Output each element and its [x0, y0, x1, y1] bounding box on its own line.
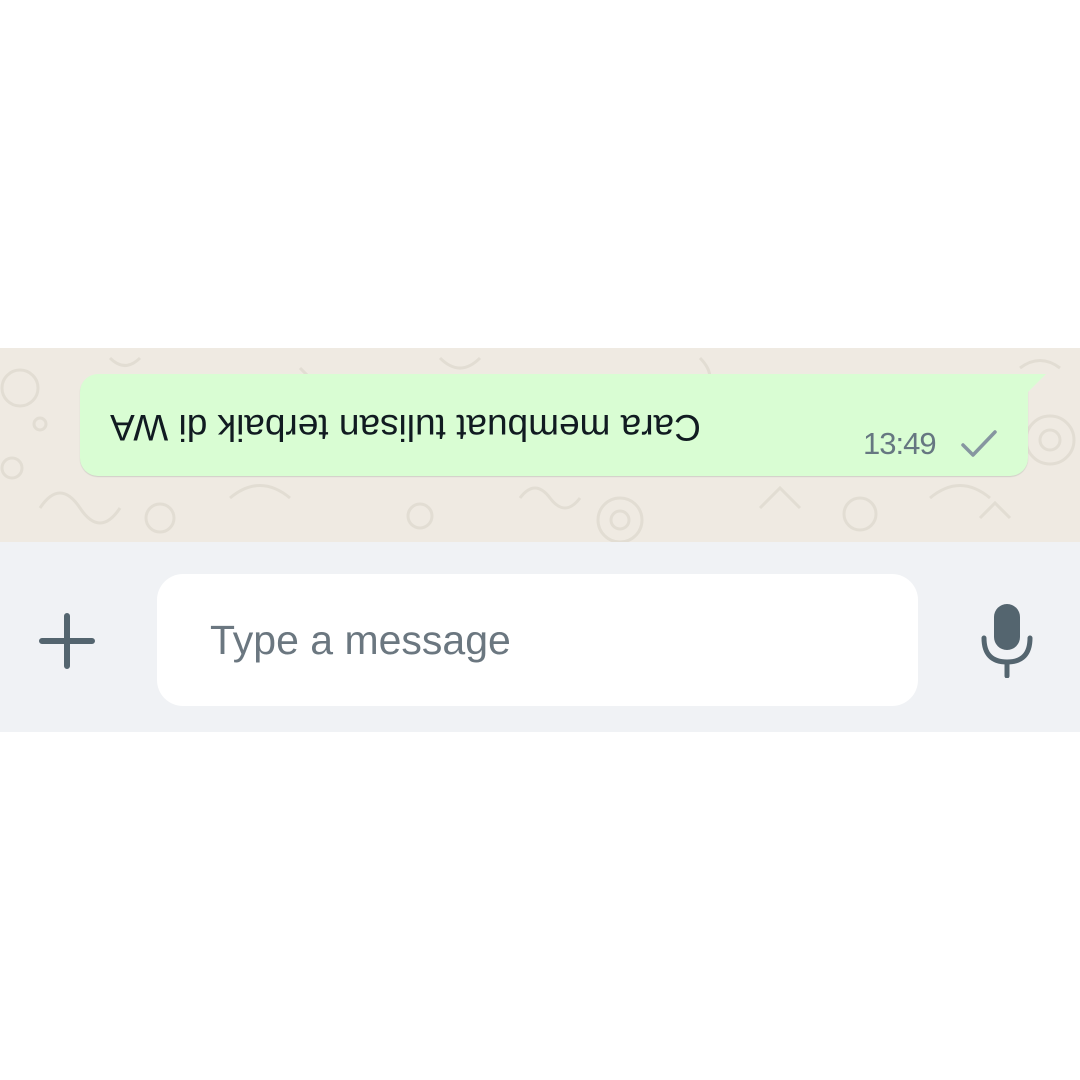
- outgoing-message-bubble[interactable]: Cara membuat tulisan terbaik di WA 13:49: [80, 374, 1046, 476]
- plus-icon[interactable]: [36, 610, 98, 672]
- message-text: Cara membuat tulisan terbaik di WA: [110, 407, 701, 448]
- message-input[interactable]: [157, 574, 918, 706]
- whatsapp-chat-view: Cara membuat tulisan terbaik di WA 13:49: [0, 0, 1080, 1080]
- microphone-icon[interactable]: [976, 602, 1038, 678]
- single-check-icon: [961, 430, 997, 457]
- bubble-tail: [1024, 374, 1046, 396]
- chat-conversation-area: Cara membuat tulisan terbaik di WA 13:49: [0, 348, 1080, 542]
- message-timestamp: 13:49: [863, 426, 937, 461]
